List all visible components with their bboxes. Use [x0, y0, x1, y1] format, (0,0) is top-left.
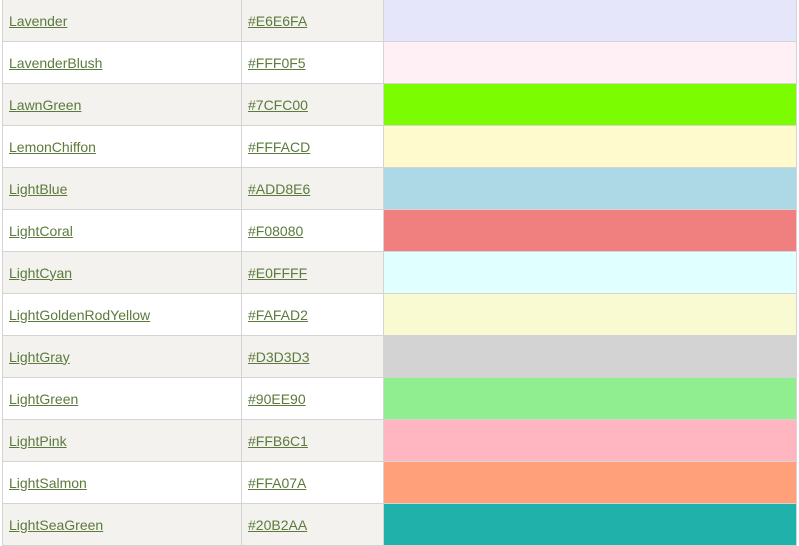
color-hex-link[interactable]: #FFB6C1 [248, 433, 308, 449]
color-hex-cell: #FFFACD [241, 125, 384, 168]
color-name-link[interactable]: LavenderBlush [9, 55, 102, 71]
color-name-link[interactable]: LightCyan [9, 265, 72, 281]
color-name-link[interactable]: LightCoral [9, 223, 73, 239]
table-row: LavenderBlush #FFF0F5 [2, 41, 797, 84]
color-name-link[interactable]: LightPink [9, 433, 67, 449]
color-name-cell: LightSeaGreen [2, 503, 242, 546]
color-name-cell: LightSalmon [2, 461, 242, 504]
color-hex-cell: #7CFC00 [241, 83, 384, 126]
color-hex-cell: #D3D3D3 [241, 335, 384, 378]
color-hex-cell: #ADD8E6 [241, 167, 384, 210]
color-name-cell: LavenderBlush [2, 41, 242, 84]
table-row: Lavender #E6E6FA [2, 0, 797, 42]
color-name-link[interactable]: LemonChiffon [9, 139, 96, 155]
table-row: LightCoral #F08080 [2, 209, 797, 252]
color-name-cell: LawnGreen [2, 83, 242, 126]
color-name-link[interactable]: LightSalmon [9, 475, 87, 491]
color-name-link[interactable]: LightGoldenRodYellow [9, 307, 150, 323]
color-swatch [383, 503, 797, 546]
color-name-cell: LightCyan [2, 251, 242, 294]
color-hex-link[interactable]: #20B2AA [248, 517, 307, 533]
color-table: Lavender #E6E6FA LavenderBlush #FFF0F5 L… [2, 0, 797, 546]
color-name-cell: LightGray [2, 335, 242, 378]
color-hex-cell: #FAFAD2 [241, 293, 384, 336]
color-table-body: Lavender #E6E6FA LavenderBlush #FFF0F5 L… [2, 0, 797, 546]
color-hex-link[interactable]: #FFFACD [248, 139, 310, 155]
color-hex-cell: #FFA07A [241, 461, 384, 504]
table-row: LightGoldenRodYellow #FAFAD2 [2, 293, 797, 336]
color-name-cell: LightPink [2, 419, 242, 462]
color-name-cell: LightGoldenRodYellow [2, 293, 242, 336]
color-hex-link[interactable]: #7CFC00 [248, 97, 308, 113]
color-name-cell: LemonChiffon [2, 125, 242, 168]
table-row: LightGray #D3D3D3 [2, 335, 797, 378]
color-swatch [383, 209, 797, 252]
color-name-link[interactable]: LightGray [9, 349, 70, 365]
table-row: LightGreen #90EE90 [2, 377, 797, 420]
color-swatch [383, 83, 797, 126]
color-hex-cell: #E6E6FA [241, 0, 384, 42]
color-hex-cell: #F08080 [241, 209, 384, 252]
color-swatch [383, 125, 797, 168]
color-hex-link[interactable]: #E0FFFF [248, 265, 307, 281]
color-hex-cell: #FFB6C1 [241, 419, 384, 462]
color-swatch [383, 335, 797, 378]
color-swatch [383, 293, 797, 336]
color-swatch [383, 461, 797, 504]
table-row: LightPink #FFB6C1 [2, 419, 797, 462]
table-row: LemonChiffon #FFFACD [2, 125, 797, 168]
color-hex-cell: #90EE90 [241, 377, 384, 420]
color-name-link[interactable]: LightGreen [9, 391, 78, 407]
color-hex-cell: #20B2AA [241, 503, 384, 546]
color-hex-link[interactable]: #FFA07A [248, 475, 306, 491]
color-swatch [383, 377, 797, 420]
color-hex-link[interactable]: #D3D3D3 [248, 349, 309, 365]
color-name-link[interactable]: LawnGreen [9, 97, 81, 113]
color-swatch [383, 251, 797, 294]
color-swatch [383, 419, 797, 462]
color-name-cell: LightGreen [2, 377, 242, 420]
table-row: LightSeaGreen #20B2AA [2, 503, 797, 546]
color-hex-link[interactable]: #E6E6FA [248, 13, 307, 29]
color-name-link[interactable]: LightBlue [9, 181, 67, 197]
color-hex-link[interactable]: #FFF0F5 [248, 55, 306, 71]
table-row: LightBlue #ADD8E6 [2, 167, 797, 210]
color-name-cell: LightBlue [2, 167, 242, 210]
color-hex-link[interactable]: #ADD8E6 [248, 181, 310, 197]
table-row: LightSalmon #FFA07A [2, 461, 797, 504]
color-swatch [383, 41, 797, 84]
table-row: LightCyan #E0FFFF [2, 251, 797, 294]
color-name-cell: LightCoral [2, 209, 242, 252]
color-hex-link[interactable]: #90EE90 [248, 391, 306, 407]
color-name-link[interactable]: LightSeaGreen [9, 517, 103, 533]
color-name-link[interactable]: Lavender [9, 13, 67, 29]
color-hex-cell: #E0FFFF [241, 251, 384, 294]
table-row: LawnGreen #7CFC00 [2, 83, 797, 126]
color-hex-cell: #FFF0F5 [241, 41, 384, 84]
color-hex-link[interactable]: #FAFAD2 [248, 307, 308, 323]
color-hex-link[interactable]: #F08080 [248, 223, 303, 239]
color-swatch [383, 0, 797, 42]
color-swatch [383, 167, 797, 210]
color-name-cell: Lavender [2, 0, 242, 42]
